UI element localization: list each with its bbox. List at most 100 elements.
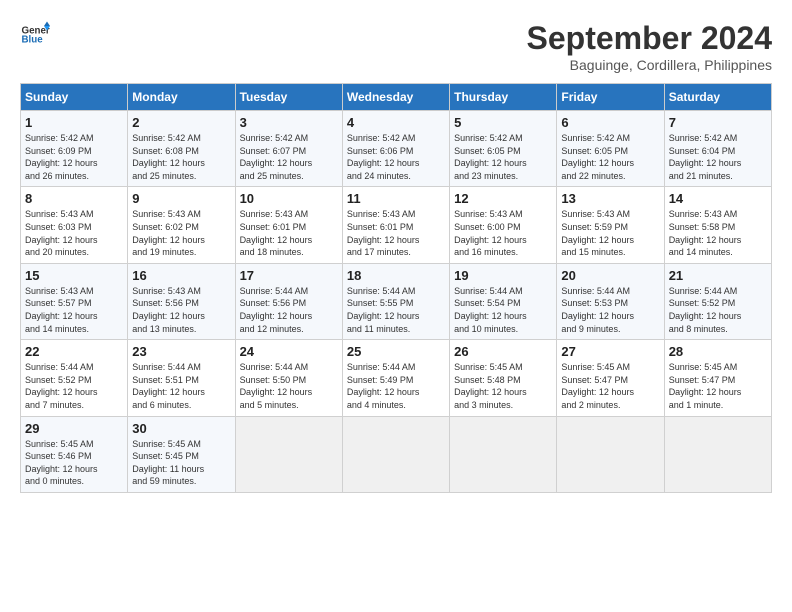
day-info: Sunrise: 5:43 AM Sunset: 5:57 PM Dayligh…: [25, 285, 123, 335]
calendar-row: 29 Sunrise: 5:45 AM Sunset: 5:46 PM Dayli…: [21, 416, 772, 492]
logo-icon: General Blue: [20, 20, 50, 50]
calendar-cell: 13Sunrise: 5:43 AM Sunset: 5:59 PM Dayli…: [557, 187, 664, 263]
page-header: General Blue September 2024 Baguinge, Co…: [20, 20, 772, 73]
day-number: 28: [669, 344, 767, 359]
day-number: 27: [561, 344, 659, 359]
title-area: September 2024 Baguinge, Cordillera, Phi…: [527, 20, 772, 73]
day-info: Sunrise: 5:43 AM Sunset: 5:56 PM Dayligh…: [132, 285, 230, 335]
day-number: 24: [240, 344, 338, 359]
day-number: 4: [347, 115, 445, 130]
day-info: Sunrise: 5:45 AM Sunset: 5:45 PM Dayligh…: [132, 438, 230, 488]
header-friday: Friday: [557, 84, 664, 111]
day-number: 19: [454, 268, 552, 283]
day-number: 14: [669, 191, 767, 206]
logo: General Blue: [20, 20, 50, 50]
day-info: Sunrise: 5:44 AM Sunset: 5:54 PM Dayligh…: [454, 285, 552, 335]
day-info: Sunrise: 5:45 AM Sunset: 5:47 PM Dayligh…: [561, 361, 659, 411]
day-number: 10: [240, 191, 338, 206]
calendar-cell: 24 Sunrise: 5:44 AM Sunset: 5:50 PM Dayli…: [235, 340, 342, 416]
calendar-table: SundayMondayTuesdayWednesdayThursdayFrid…: [20, 83, 772, 493]
day-number: 6: [561, 115, 659, 130]
header-tuesday: Tuesday: [235, 84, 342, 111]
calendar-cell: 27 Sunrise: 5:45 AM Sunset: 5:47 PM Dayli…: [557, 340, 664, 416]
day-info: Sunrise: 5:43 AM Sunset: 6:01 PM Dayligh…: [240, 208, 338, 258]
day-info: Sunrise: 5:42 AM Sunset: 6:05 PM Dayligh…: [454, 132, 552, 182]
calendar-cell: 7 Sunrise: 5:42 AM Sunset: 6:04 PM Daylig…: [664, 111, 771, 187]
day-number: 5: [454, 115, 552, 130]
day-number: 22: [25, 344, 123, 359]
day-number: 23: [132, 344, 230, 359]
calendar-cell: 18Sunrise: 5:44 AM Sunset: 5:55 PM Dayli…: [342, 263, 449, 339]
day-number: 3: [240, 115, 338, 130]
calendar-cell: 12Sunrise: 5:43 AM Sunset: 6:00 PM Dayli…: [450, 187, 557, 263]
day-info: Sunrise: 5:42 AM Sunset: 6:04 PM Dayligh…: [669, 132, 767, 182]
day-number: 1: [25, 115, 123, 130]
day-info: Sunrise: 5:45 AM Sunset: 5:46 PM Dayligh…: [25, 438, 123, 488]
day-info: Sunrise: 5:43 AM Sunset: 6:03 PM Dayligh…: [25, 208, 123, 258]
day-info: Sunrise: 5:43 AM Sunset: 6:01 PM Dayligh…: [347, 208, 445, 258]
day-info: Sunrise: 5:42 AM Sunset: 6:07 PM Dayligh…: [240, 132, 338, 182]
day-info: Sunrise: 5:44 AM Sunset: 5:52 PM Dayligh…: [669, 285, 767, 335]
calendar-cell: 30Sunrise: 5:45 AM Sunset: 5:45 PM Dayli…: [128, 416, 235, 492]
calendar-cell: 21 Sunrise: 5:44 AM Sunset: 5:52 PM Dayli…: [664, 263, 771, 339]
calendar-cell: 3 Sunrise: 5:42 AM Sunset: 6:07 PM Daylig…: [235, 111, 342, 187]
day-number: 20: [561, 268, 659, 283]
calendar-cell: 11 Sunrise: 5:43 AM Sunset: 6:01 PM Dayli…: [342, 187, 449, 263]
header-thursday: Thursday: [450, 84, 557, 111]
day-number: 16: [132, 268, 230, 283]
calendar-cell: 1 Sunrise: 5:42 AM Sunset: 6:09 PM Daylig…: [21, 111, 128, 187]
day-number: 18: [347, 268, 445, 283]
calendar-cell: [450, 416, 557, 492]
day-info: Sunrise: 5:45 AM Sunset: 5:48 PM Dayligh…: [454, 361, 552, 411]
header-saturday: Saturday: [664, 84, 771, 111]
day-info: Sunrise: 5:44 AM Sunset: 5:51 PM Dayligh…: [132, 361, 230, 411]
day-info: Sunrise: 5:42 AM Sunset: 6:08 PM Dayligh…: [132, 132, 230, 182]
header-row: SundayMondayTuesdayWednesdayThursdayFrid…: [21, 84, 772, 111]
day-number: 25: [347, 344, 445, 359]
day-info: Sunrise: 5:43 AM Sunset: 5:58 PM Dayligh…: [669, 208, 767, 258]
day-info: Sunrise: 5:42 AM Sunset: 6:06 PM Dayligh…: [347, 132, 445, 182]
calendar-row: 22 Sunrise: 5:44 AM Sunset: 5:52 PM Dayli…: [21, 340, 772, 416]
calendar-cell: 2 Sunrise: 5:42 AM Sunset: 6:08 PM Daylig…: [128, 111, 235, 187]
day-number: 12: [454, 191, 552, 206]
calendar-cell: 16 Sunrise: 5:43 AM Sunset: 5:56 PM Dayli…: [128, 263, 235, 339]
calendar-cell: 23 Sunrise: 5:44 AM Sunset: 5:51 PM Dayli…: [128, 340, 235, 416]
day-info: Sunrise: 5:44 AM Sunset: 5:50 PM Dayligh…: [240, 361, 338, 411]
calendar-cell: 5 Sunrise: 5:42 AM Sunset: 6:05 PM Daylig…: [450, 111, 557, 187]
calendar-cell: 26 Sunrise: 5:45 AM Sunset: 5:48 PM Dayli…: [450, 340, 557, 416]
day-number: 29: [25, 421, 123, 436]
day-number: 21: [669, 268, 767, 283]
day-number: 11: [347, 191, 445, 206]
month-title: September 2024: [527, 20, 772, 57]
calendar-cell: 10 Sunrise: 5:43 AM Sunset: 6:01 PM Dayli…: [235, 187, 342, 263]
day-info: Sunrise: 5:44 AM Sunset: 5:53 PM Dayligh…: [561, 285, 659, 335]
calendar-cell: 17Sunrise: 5:44 AM Sunset: 5:56 PM Dayli…: [235, 263, 342, 339]
location-title: Baguinge, Cordillera, Philippines: [527, 57, 772, 73]
calendar-cell: [342, 416, 449, 492]
calendar-cell: 9Sunrise: 5:43 AM Sunset: 6:02 PM Daylig…: [128, 187, 235, 263]
header-wednesday: Wednesday: [342, 84, 449, 111]
day-info: Sunrise: 5:42 AM Sunset: 6:09 PM Dayligh…: [25, 132, 123, 182]
day-info: Sunrise: 5:43 AM Sunset: 6:02 PM Dayligh…: [132, 208, 230, 258]
day-number: 2: [132, 115, 230, 130]
calendar-cell: [557, 416, 664, 492]
day-number: 26: [454, 344, 552, 359]
day-number: 15: [25, 268, 123, 283]
calendar-cell: 14 Sunrise: 5:43 AM Sunset: 5:58 PM Dayli…: [664, 187, 771, 263]
day-info: Sunrise: 5:44 AM Sunset: 5:56 PM Dayligh…: [240, 285, 338, 335]
calendar-cell: 28 Sunrise: 5:45 AM Sunset: 5:47 PM Dayli…: [664, 340, 771, 416]
day-number: 7: [669, 115, 767, 130]
calendar-cell: 8Sunrise: 5:43 AM Sunset: 6:03 PM Daylig…: [21, 187, 128, 263]
svg-text:Blue: Blue: [22, 35, 44, 46]
calendar-cell: 20 Sunrise: 5:44 AM Sunset: 5:53 PM Dayli…: [557, 263, 664, 339]
day-info: Sunrise: 5:45 AM Sunset: 5:47 PM Dayligh…: [669, 361, 767, 411]
calendar-cell: [235, 416, 342, 492]
calendar-cell: 25Sunrise: 5:44 AM Sunset: 5:49 PM Dayli…: [342, 340, 449, 416]
calendar-row: 8Sunrise: 5:43 AM Sunset: 6:03 PM Daylig…: [21, 187, 772, 263]
day-info: Sunrise: 5:42 AM Sunset: 6:05 PM Dayligh…: [561, 132, 659, 182]
day-number: 13: [561, 191, 659, 206]
day-info: Sunrise: 5:44 AM Sunset: 5:52 PM Dayligh…: [25, 361, 123, 411]
calendar-cell: 22 Sunrise: 5:44 AM Sunset: 5:52 PM Dayli…: [21, 340, 128, 416]
calendar-cell: 29 Sunrise: 5:45 AM Sunset: 5:46 PM Dayli…: [21, 416, 128, 492]
calendar-cell: 15 Sunrise: 5:43 AM Sunset: 5:57 PM Dayli…: [21, 263, 128, 339]
